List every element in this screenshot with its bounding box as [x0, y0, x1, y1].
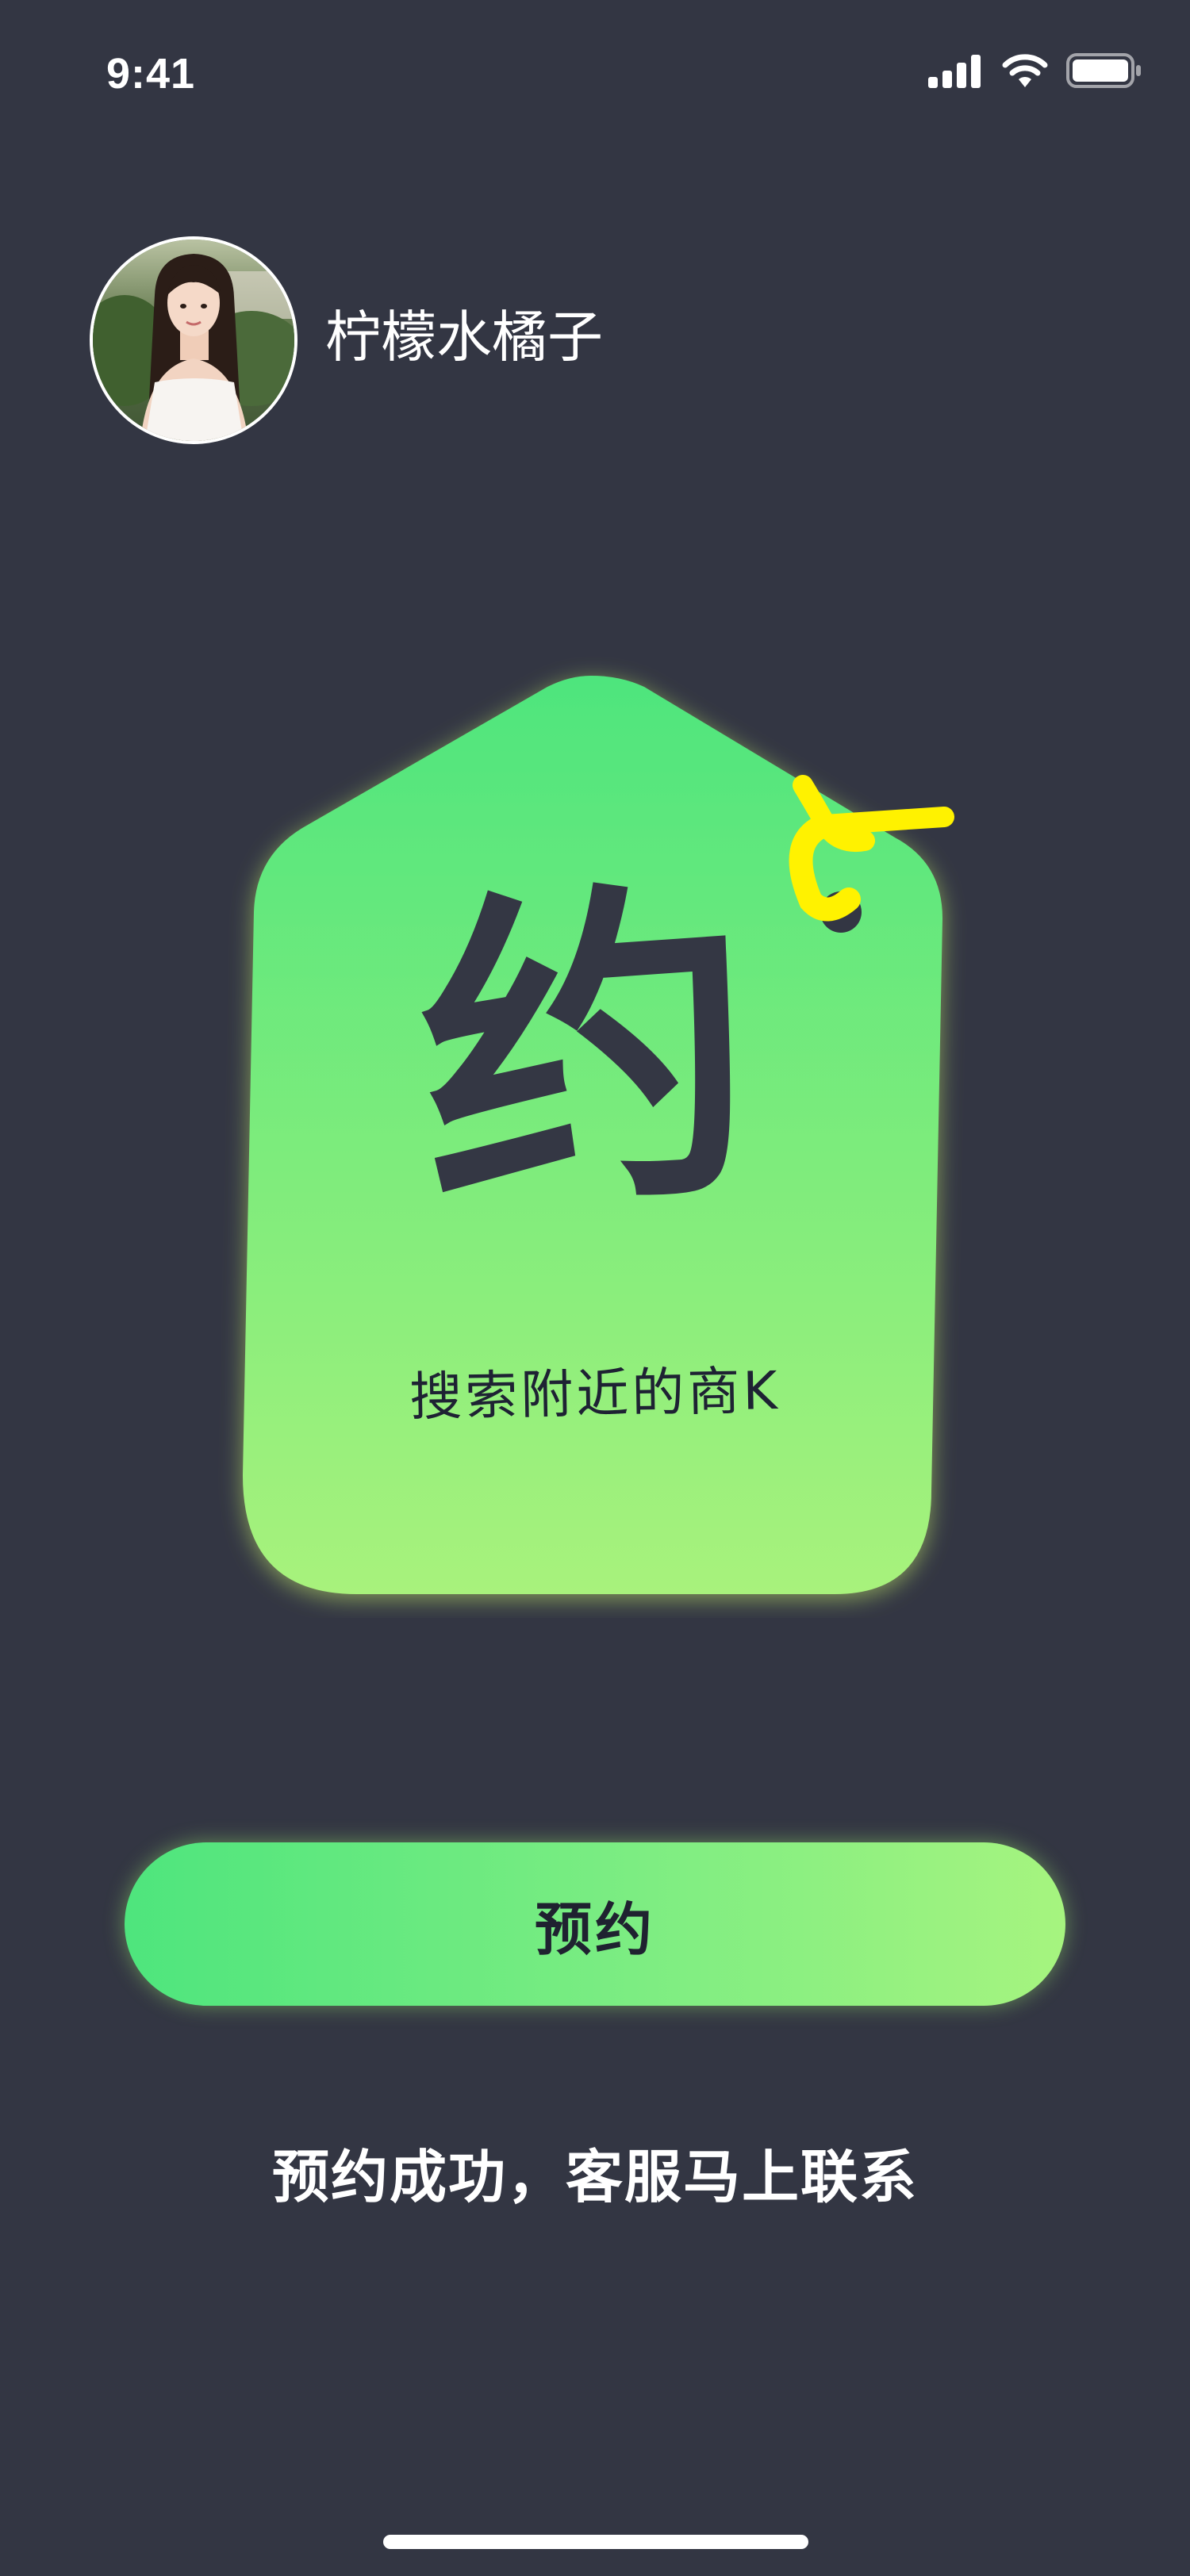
status-bar: 9:41	[0, 0, 1190, 151]
battery-full-icon	[1066, 52, 1142, 92]
profile-name: 柠檬水橘子	[325, 305, 603, 370]
tag-card[interactable]: 约 搜索附近的商K	[214, 650, 992, 1618]
tag-subtitle: 搜索附近的商K	[409, 1359, 781, 1428]
tag-glyph: 约	[407, 849, 767, 1260]
status-icons	[927, 52, 1142, 92]
cellular-signal-icon	[927, 53, 984, 91]
status-time: 9:41	[106, 50, 196, 98]
reserve-button[interactable]: 预约	[125, 1842, 1065, 2006]
reserve-button-label: 预约	[534, 1896, 655, 1963]
success-message: 预约成功，客服马上联系	[271, 2144, 918, 2210]
avatar[interactable]	[90, 236, 298, 444]
home-indicator[interactable]	[383, 2535, 808, 2549]
avatar-photo	[93, 240, 294, 441]
wifi-icon	[1001, 52, 1049, 92]
